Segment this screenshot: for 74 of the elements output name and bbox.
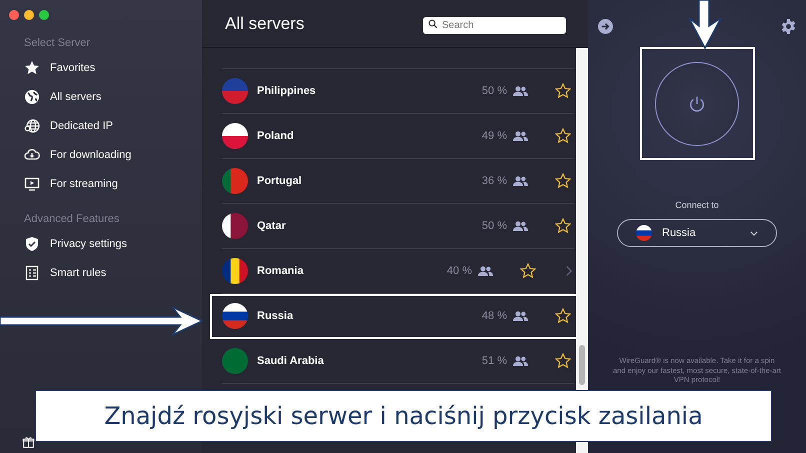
scrollbar-thumb[interactable] xyxy=(579,345,585,385)
section-heading: Advanced Features xyxy=(23,212,120,227)
server-row[interactable]: Saudi Arabia 51 % xyxy=(222,339,574,384)
country-name: Philippines xyxy=(257,85,317,97)
favorite-star-icon[interactable] xyxy=(555,218,571,234)
country-name: Poland xyxy=(257,130,295,142)
country-name: Saudi Arabia xyxy=(257,355,325,367)
server-load: 50 % xyxy=(482,85,507,97)
server-row[interactable]: Russia 48 % xyxy=(210,294,578,339)
server-row[interactable]: Philippines 50 % xyxy=(222,69,574,114)
server-load: 51 % xyxy=(482,355,507,367)
search-field[interactable]: Search xyxy=(423,17,566,34)
users-icon xyxy=(513,356,528,366)
play-screen-icon xyxy=(24,176,40,192)
favorite-star-icon[interactable] xyxy=(555,128,571,144)
arrow-right-icon[interactable] xyxy=(598,19,613,34)
sidebar-item[interactable]: Favorites xyxy=(0,53,202,82)
users-icon xyxy=(478,266,493,276)
users-icon xyxy=(513,176,528,186)
server-load: 36 % xyxy=(482,175,507,187)
sidebar-item[interactable]: All servers xyxy=(0,82,202,111)
favorite-star-icon[interactable] xyxy=(520,263,536,279)
server-row[interactable]: Qatar 50 % xyxy=(222,204,574,249)
country-name: Romania xyxy=(257,265,304,277)
sidebar-item[interactable]: Dedicated IP xyxy=(0,111,202,140)
power-icon xyxy=(688,94,706,112)
caption-text: Znajdź rosyjski serwer i naciśnij przycisk zasilania xyxy=(35,390,772,442)
favorite-star-icon[interactable] xyxy=(555,308,571,324)
cloud-download-icon xyxy=(24,146,40,162)
server-load: 49 % xyxy=(482,130,507,142)
flag-icon xyxy=(222,78,248,104)
flag-icon xyxy=(222,213,248,239)
server-load: 48 % xyxy=(482,310,507,322)
country-name: Russia xyxy=(257,310,294,322)
favorite-star-icon[interactable] xyxy=(555,83,571,99)
globe-icon xyxy=(24,88,40,104)
star-icon xyxy=(24,60,40,76)
list-icon xyxy=(24,264,40,280)
caret-icon xyxy=(750,230,758,236)
location-dropdown[interactable]: Russia xyxy=(617,219,777,247)
connect-label: Connect to xyxy=(675,200,719,210)
flag-icon xyxy=(222,123,248,149)
gift-icon[interactable] xyxy=(22,436,35,449)
chevron-right-icon[interactable] xyxy=(566,265,572,277)
shield-check-icon xyxy=(24,236,40,252)
flag-icon xyxy=(222,258,248,284)
server-load: 40 % xyxy=(446,265,472,277)
list-title: All servers xyxy=(225,14,304,34)
sidebar-item[interactable]: For downloading xyxy=(0,140,202,169)
close-window-button[interactable] xyxy=(9,10,19,20)
server-load: 50 % xyxy=(482,220,507,232)
search-icon xyxy=(428,18,438,28)
users-icon xyxy=(513,311,528,321)
minimize-window-button[interactable] xyxy=(24,10,34,20)
flag-icon xyxy=(222,168,248,194)
flag-icon xyxy=(222,348,248,374)
country-name: Qatar xyxy=(257,220,287,232)
users-icon xyxy=(513,86,528,96)
favorite-star-icon[interactable] xyxy=(555,353,571,369)
server-row[interactable]: Portugal 36 % xyxy=(222,159,574,204)
sidebar-item[interactable]: Privacy settings xyxy=(0,229,202,258)
globe-pin-icon xyxy=(24,118,40,134)
settings-icon[interactable] xyxy=(781,19,796,34)
users-icon xyxy=(513,221,528,231)
flag-icon xyxy=(636,225,652,241)
server-row[interactable]: Poland 49 % xyxy=(222,114,574,159)
favorite-star-icon[interactable] xyxy=(555,173,571,189)
sidebar-item[interactable]: For streaming xyxy=(0,169,202,198)
users-icon xyxy=(513,131,528,141)
sidebar-item[interactable]: Smart rules xyxy=(0,258,202,287)
country-name: Portugal xyxy=(257,175,303,187)
flag-icon xyxy=(222,303,248,329)
zoom-window-button[interactable] xyxy=(39,10,49,20)
section-heading: Select Server xyxy=(23,36,92,51)
